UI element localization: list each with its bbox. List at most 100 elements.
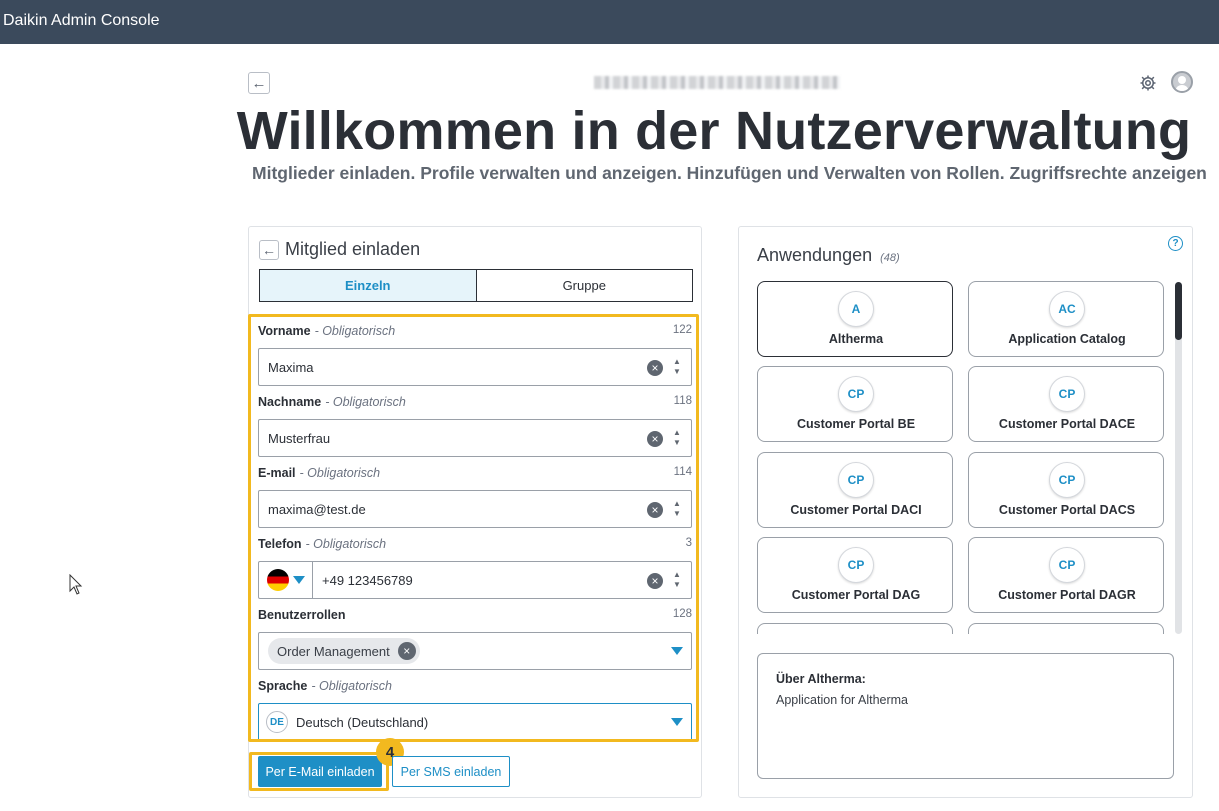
invite-back-button[interactable]: ← — [259, 239, 279, 260]
chevron-down-icon[interactable] — [671, 718, 683, 726]
invite-sms-button[interactable]: Per SMS einladen — [392, 756, 510, 787]
app-name: Customer Portal DAG — [791, 588, 921, 602]
about-text: Application for Altherma — [776, 693, 909, 707]
spinner-icon[interactable]: ▲ ▼ — [671, 570, 683, 590]
firstname-count: 122 — [672, 324, 692, 336]
roles-select[interactable]: Order Management × — [258, 632, 692, 670]
blurred-breadcrumb — [594, 76, 840, 89]
language-field: Sprache - Obligatorisch DE Deutsch (Deuts… — [258, 679, 692, 741]
roles-count: 128 — [672, 608, 692, 620]
app-card-customer-portal-be[interactable]: CP Customer Portal BE — [757, 366, 953, 442]
app-name: Customer Portal DACS — [998, 503, 1136, 517]
clear-icon[interactable]: × — [647, 360, 663, 376]
email-label: E-mail — [258, 466, 296, 480]
roles-field: Benutzerrollen 128 Order Management × — [258, 608, 692, 670]
page-title: Willkommen in der Nutzerverwaltung — [236, 101, 1192, 161]
apps-scrollbar-thumb[interactable] — [1175, 282, 1182, 340]
roles-label: Benutzerrollen — [258, 608, 346, 622]
app-name: Application Catalog — [1008, 332, 1126, 346]
email-hint: - Obligatorisch — [299, 466, 381, 480]
applications-header: Anwendungen (48) — [757, 245, 900, 266]
invite-title: Mitglied einladen — [285, 239, 421, 259]
app-logo: CP — [1049, 547, 1085, 583]
email-count: 114 — [673, 466, 692, 478]
app-card-customer-portal-dacs[interactable]: CP Customer Portal DACS — [968, 452, 1164, 528]
app-title: Daikin Admin Console — [3, 12, 160, 29]
invite-header: ← Mitglied einladen — [259, 239, 420, 260]
tab-group[interactable]: Gruppe — [477, 270, 693, 301]
phone-hint: - Obligatorisch — [305, 537, 387, 551]
email-field: E-mail - Obligatorisch 114 maxima@test.de… — [258, 466, 692, 528]
arrow-left-icon: ← — [251, 74, 267, 92]
app-card-partial[interactable] — [757, 623, 953, 634]
language-hint: - Obligatorisch — [311, 679, 392, 693]
applications-grid: A Altherma AC Application Catalog CP Cus… — [757, 281, 1167, 634]
app-card-customer-portal-dag[interactable]: CP Customer Portal DAG — [757, 537, 953, 613]
lastname-hint: - Obligatorisch — [325, 395, 406, 409]
top-bar: Daikin Admin Console — [0, 0, 1219, 44]
clear-icon[interactable]: × — [647, 573, 663, 589]
settings-button[interactable] — [1137, 72, 1159, 94]
lastname-count: 118 — [673, 395, 692, 407]
lastname-label: Nachname — [258, 395, 322, 409]
app-card-altherma[interactable]: A Altherma — [757, 281, 953, 357]
app-name: Customer Portal DAGR — [998, 588, 1136, 602]
germany-flag-icon — [266, 569, 289, 591]
phone-label: Telefon — [258, 537, 302, 551]
app-card-customer-portal-daci[interactable]: CP Customer Portal DACI — [757, 452, 953, 528]
invite-tabs: Einzeln Gruppe — [259, 269, 693, 302]
app-card-customer-portal-dagr[interactable]: CP Customer Portal DAGR — [968, 537, 1164, 613]
app-name: Customer Portal DACI — [790, 503, 922, 517]
language-value: Deutsch (Deutschland) — [296, 714, 429, 730]
tab-single[interactable]: Einzeln — [260, 270, 477, 301]
about-title: Über Altherma: — [776, 672, 866, 686]
email-input[interactable]: maxima@test.de × ▲ ▼ — [258, 490, 692, 528]
app-about-box: Über Altherma: Application for Altherma — [757, 653, 1174, 779]
arrow-left-icon: ← — [262, 241, 276, 258]
help-icon[interactable]: ? — [1168, 236, 1183, 251]
firstname-input[interactable]: Maxima × ▲ ▼ — [258, 348, 692, 386]
avatar[interactable] — [1171, 71, 1193, 93]
app-logo: CP — [1049, 462, 1085, 498]
firstname-label: Vorname — [258, 324, 311, 338]
role-chip-label: Order Management — [277, 643, 390, 659]
gear-icon — [1140, 75, 1156, 91]
lastname-value: Musterfrau — [268, 430, 331, 446]
app-card-customer-portal-dace[interactable]: CP Customer Portal DACE — [968, 366, 1164, 442]
chevron-down-icon[interactable] — [671, 647, 683, 655]
app-logo: CP — [838, 376, 874, 412]
app-card-application-catalog[interactable]: AC Application Catalog — [968, 281, 1164, 357]
mouse-cursor-icon — [69, 574, 83, 595]
app-logo: A — [838, 291, 874, 327]
country-code-select[interactable] — [259, 562, 313, 598]
spinner-icon[interactable]: ▲ ▼ — [671, 499, 683, 519]
app-logo: AC — [1049, 291, 1085, 327]
applications-title: Anwendungen — [757, 245, 873, 265]
firstname-value: Maxima — [268, 359, 314, 375]
app-logo: CP — [838, 547, 874, 583]
firstname-hint: - Obligatorisch — [314, 324, 396, 338]
applications-count: (48) — [880, 252, 900, 264]
spinner-icon[interactable]: ▲ ▼ — [671, 357, 683, 377]
language-label: Sprache — [258, 679, 308, 693]
spinner-icon[interactable]: ▲ ▼ — [671, 428, 683, 448]
app-name: Customer Portal BE — [796, 417, 916, 431]
language-select[interactable]: DE Deutsch (Deutschland) — [258, 703, 692, 741]
phone-value: +49 123456789 — [322, 572, 413, 588]
app-name: Customer Portal DACE — [998, 417, 1136, 431]
app-logo: CP — [1049, 376, 1085, 412]
lastname-input[interactable]: Musterfrau × ▲ ▼ — [258, 419, 692, 457]
remove-chip-icon[interactable]: × — [397, 642, 416, 660]
role-chip: Order Management × — [268, 638, 420, 664]
page-subtitle: Mitglieder einladen. Profile verwalten u… — [252, 163, 1207, 183]
lastname-field: Nachname - Obligatorisch 118 Musterfrau ×… — [258, 395, 692, 457]
chevron-down-icon — [292, 576, 305, 584]
app-name: Altherma — [828, 332, 884, 346]
clear-icon[interactable]: × — [647, 431, 663, 447]
firstname-field: Vorname - Obligatorisch 122 Maxima × ▲ ▼ — [258, 324, 692, 386]
phone-input[interactable]: +49 123456789 × ▲ ▼ — [258, 561, 692, 599]
invite-email-button[interactable]: Per E-Mail einladen — [258, 756, 382, 787]
app-card-partial[interactable] — [968, 623, 1164, 634]
clear-icon[interactable]: × — [647, 502, 663, 518]
back-button[interactable]: ← — [248, 72, 270, 94]
